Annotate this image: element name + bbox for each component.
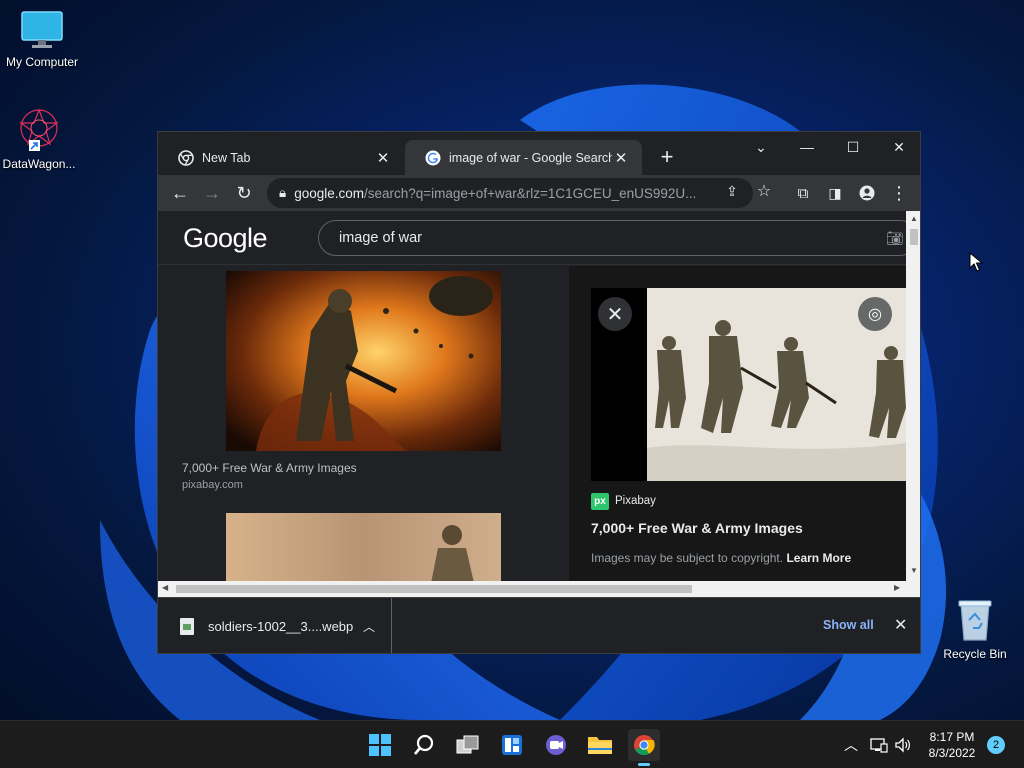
preview-title[interactable]: 7,000+ Free War & Army Images <box>591 520 803 536</box>
chrome-taskbar-icon[interactable] <box>628 729 660 761</box>
google-header: Google image of war 📷︎ <box>158 211 906 265</box>
active-app-indicator <box>638 763 650 766</box>
result-source: pixabay.com <box>182 479 243 491</box>
system-clock[interactable]: 8:17 PM 8/3/2022 <box>920 729 984 761</box>
lock-icon: 🔒︎ <box>279 185 287 200</box>
menu-kebab-icon[interactable]: ⋮ <box>887 181 911 205</box>
result-title[interactable]: 7,000+ Free War & Army Images <box>182 461 357 475</box>
profile-avatar-icon[interactable] <box>855 181 879 205</box>
new-tab-button[interactable]: + <box>655 146 679 170</box>
clock-time: 8:17 PM <box>929 730 975 744</box>
scroll-left-arrow-icon[interactable]: ◀ <box>162 584 170 592</box>
recycle-bin-shortcut[interactable]: Recycle Bin <box>933 598 1017 661</box>
recycle-bin-label: Recycle Bin <box>943 647 1007 661</box>
google-search-input[interactable]: image of war <box>318 220 906 256</box>
results-grid: 7,000+ Free War & Army Images pixabay.co… <box>158 266 568 581</box>
minimize-button[interactable]: — <box>784 132 830 162</box>
result-image-war[interactable] <box>226 271 501 451</box>
chevron-up-icon[interactable]: ︿ <box>363 618 375 635</box>
tab-google-search[interactable]: image of war - Google Search ✕ <box>405 140 642 175</box>
mouse-cursor-icon <box>969 252 983 272</box>
recycle-bin-icon <box>958 600 992 641</box>
horizontal-scrollbar[interactable]: ◀ ▶ <box>158 581 920 597</box>
datawagon-label: DataWagon... <box>2 157 76 171</box>
tab-title: image of war - Google Search <box>449 150 612 165</box>
share-icon[interactable]: ⇪ <box>722 181 742 201</box>
download-shelf: soldiers-1002__3....webp ︿ Show all ✕ <box>158 597 920 653</box>
pixabay-logo-icon: px <box>591 493 609 510</box>
taskbar: ︿ 8:17 PM 8/3/2022 2 <box>0 720 1024 768</box>
result-image-soldier[interactable] <box>226 513 501 581</box>
back-arrow-icon[interactable]: ← <box>168 181 192 205</box>
file-explorer-icon[interactable] <box>584 729 616 761</box>
browser-toolbar: ← → ↻ 🔒︎ google.com/search?q=image+of+wa… <box>158 175 920 211</box>
google-g-icon <box>425 150 441 165</box>
google-lens-icon[interactable]: ◎ <box>858 297 892 331</box>
url-domain: google.com <box>294 185 364 201</box>
forward-arrow-icon[interactable]: → <box>200 181 224 205</box>
preview-site-name[interactable]: Pixabay <box>615 495 656 507</box>
scroll-up-arrow-icon[interactable]: ▲ <box>910 215 918 223</box>
scroll-right-arrow-icon[interactable]: ▶ <box>894 584 902 592</box>
clock-date: 8/3/2022 <box>928 746 976 760</box>
copyright-text: Images may be subject to copyright. <box>591 551 784 565</box>
chrome-window: New Tab ✕ image of war - Google Search ✕… <box>157 131 921 654</box>
tab-new-tab[interactable]: New Tab ✕ <box>158 140 404 175</box>
reload-icon[interactable]: ↻ <box>232 181 256 205</box>
close-window-button[interactable]: ✕ <box>876 132 920 162</box>
task-view-icon[interactable] <box>452 729 484 761</box>
chrome-icon <box>178 149 194 166</box>
datawagon-shortcut[interactable]: DataWagon... <box>0 106 81 171</box>
extensions-puzzle-icon[interactable]: ⧉ <box>791 181 815 205</box>
teams-chat-icon[interactable] <box>540 729 572 761</box>
my-computer-label: My Computer <box>5 55 79 69</box>
monitor-icon <box>21 11 63 48</box>
url-path: /search?q=image+of+war&rlz=1C1GCEU_enUS9… <box>363 185 697 201</box>
page-content: Google image of war 📷︎ 7,000+ Free War &… <box>158 211 906 581</box>
download-filename: soldiers-1002__3....webp <box>208 618 354 634</box>
download-item[interactable]: soldiers-1002__3....webp ︿ <box>170 598 392 653</box>
close-preview-icon[interactable]: ✕ <box>598 297 632 331</box>
show-hidden-icons-chevron-icon[interactable]: ︿ <box>840 721 862 768</box>
google-logo[interactable]: Google <box>183 223 268 254</box>
start-windows-icon[interactable] <box>364 729 396 761</box>
horizontal-scroll-thumb[interactable] <box>176 585 692 593</box>
show-all-button[interactable]: Show all <box>823 618 874 632</box>
maximize-button[interactable]: ☐ <box>830 132 876 162</box>
scroll-down-arrow-icon[interactable]: ▼ <box>910 567 918 575</box>
tab-title: New Tab <box>202 150 251 165</box>
close-tab-icon[interactable]: ✕ <box>612 149 630 167</box>
image-preview-panel: ✕ ◎ px Pixabay 7,000+ Free War & Army Im… <box>569 266 906 581</box>
datawagon-icon <box>19 108 59 151</box>
side-panel-icon[interactable]: ◨ <box>823 181 847 205</box>
tab-search-chevron-icon[interactable]: ⌄ <box>738 132 784 162</box>
learn-more-link[interactable]: Learn More <box>786 551 851 565</box>
close-downloads-icon[interactable]: ✕ <box>894 615 907 635</box>
vertical-scroll-thumb[interactable] <box>910 229 918 245</box>
notification-badge[interactable]: 2 <box>987 736 1005 754</box>
widgets-icon[interactable] <box>496 729 528 761</box>
vertical-scrollbar[interactable]: ▲ ▼ <box>906 211 920 581</box>
search-icon[interactable] <box>408 729 440 761</box>
bookmark-star-icon[interactable]: ☆ <box>754 181 774 201</box>
volume-icon[interactable] <box>892 721 914 768</box>
tab-strip: New Tab ✕ image of war - Google Search ✕… <box>158 132 920 175</box>
address-bar[interactable]: 🔒︎ google.com/search?q=image+of+war&rlz=… <box>267 178 753 208</box>
file-icon <box>180 617 194 635</box>
camera-lens-icon[interactable]: 📷︎ <box>886 230 904 246</box>
copyright-note: Images may be subject to copyright. Lear… <box>591 551 851 565</box>
network-icon[interactable] <box>868 721 890 768</box>
my-computer-shortcut[interactable]: My Computer <box>0 10 84 69</box>
close-tab-icon[interactable]: ✕ <box>374 149 392 167</box>
